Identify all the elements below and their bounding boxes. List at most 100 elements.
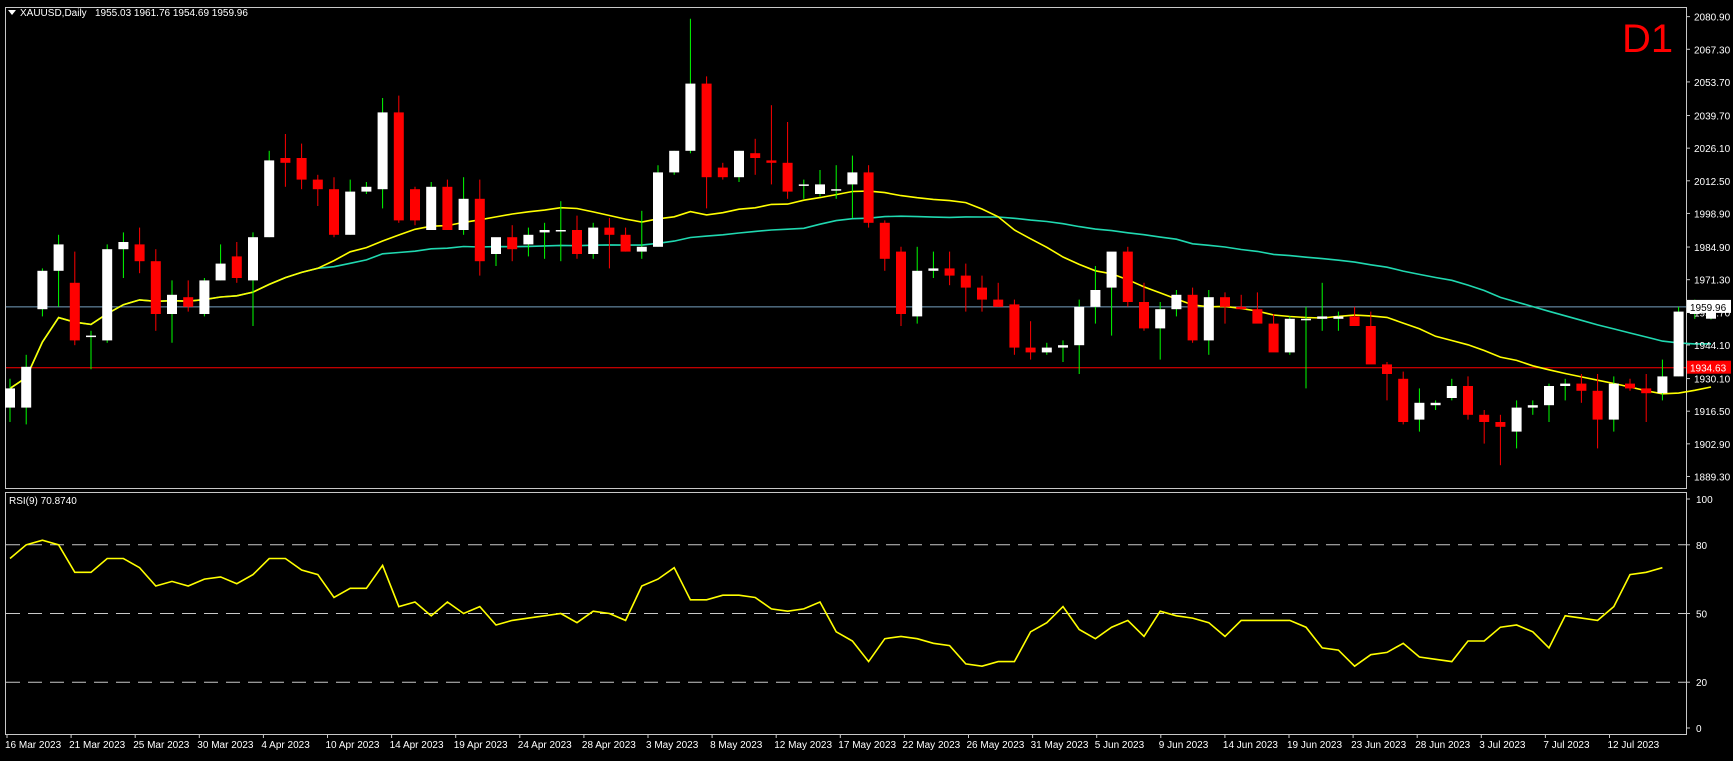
candle-body [1122, 251, 1133, 302]
date-tick-label: 14 Jun 2023 [1223, 740, 1278, 751]
date-tick-label: 17 May 2023 [838, 740, 896, 751]
candle-body [539, 230, 550, 233]
candle-body [426, 186, 437, 230]
candle-body [199, 280, 210, 314]
price-tick-label: 1984.90 [1694, 243, 1731, 254]
candle-body [1446, 386, 1457, 398]
candle [1139, 282, 1149, 331]
candle [1203, 290, 1214, 355]
candle-body [685, 83, 696, 151]
date-tick-label: 23 Jun 2023 [1351, 740, 1406, 751]
candle [1171, 290, 1182, 317]
candle-body [86, 335, 96, 338]
candle [636, 210, 647, 259]
candle [701, 76, 712, 209]
price-tick-label: 1998.90 [1694, 209, 1731, 220]
candle [734, 150, 744, 182]
candle-body [1398, 378, 1409, 422]
candle [37, 268, 48, 317]
candle [1414, 388, 1425, 432]
candle-body [1106, 251, 1117, 288]
candle-body [1268, 323, 1279, 353]
rsi-tick-label: 50 [1696, 610, 1708, 621]
candle-body [1090, 290, 1101, 307]
candle-body [442, 186, 453, 230]
candle [879, 220, 890, 271]
timeframe-badge: D1 [1622, 17, 1673, 61]
candle-body [134, 244, 145, 262]
date-tick-label: 14 Apr 2023 [390, 740, 444, 751]
candle-body [1560, 383, 1571, 386]
candle [815, 170, 825, 197]
date-tick-label: 24 Apr 2023 [518, 740, 572, 751]
price-tick-label: 2067.30 [1694, 45, 1731, 56]
date-tick-label: 9 Jun 2023 [1159, 740, 1209, 751]
candle-body [1463, 386, 1473, 415]
candle [231, 242, 242, 283]
candle-body [312, 179, 323, 190]
candle [1041, 342, 1052, 355]
candle-body [1576, 383, 1587, 391]
candle-body [393, 112, 404, 221]
candle-body [960, 275, 971, 288]
candle [555, 201, 566, 262]
price-tick-label: 2080.90 [1694, 13, 1731, 24]
date-tick-label: 12 May 2023 [774, 740, 832, 751]
candle [669, 150, 680, 175]
candle-body [993, 299, 1004, 307]
candle-body [896, 251, 906, 314]
candle-body [1317, 316, 1328, 319]
rsi-line [9, 539, 1663, 668]
candle-body [669, 150, 680, 173]
date-tick-label: 5 Jun 2023 [1095, 740, 1145, 751]
candle-body [831, 189, 842, 191]
candle [1301, 306, 1311, 389]
candle-body [798, 184, 809, 186]
candle [1268, 314, 1279, 353]
candle-body [280, 158, 291, 163]
candle-body [102, 249, 113, 341]
price-tick-label: 1971.30 [1694, 276, 1731, 287]
candle [199, 278, 210, 317]
candle-body [248, 237, 258, 281]
candle [150, 249, 161, 331]
candle [523, 227, 534, 257]
candle-body [1592, 390, 1603, 420]
candle [1592, 374, 1603, 449]
candle-body [1511, 407, 1522, 432]
slow-moving-average-line [9, 215, 1712, 390]
price-chart[interactable]: 2080.90 2067.30 2053.70 2039.70 2026.10 2012.… [0, 0, 1733, 756]
candle-body [1625, 383, 1635, 389]
date-tick-label: 19 Apr 2023 [454, 740, 508, 751]
candle [1122, 246, 1133, 307]
price-tick-label: 2012.50 [1694, 177, 1731, 188]
candle [361, 182, 372, 194]
candle [1608, 376, 1619, 432]
candle [280, 134, 291, 187]
candle [442, 179, 453, 230]
candle [798, 179, 809, 199]
candle [928, 251, 939, 278]
candle-body [588, 227, 599, 254]
candle [1187, 287, 1198, 343]
candle-body [345, 191, 356, 235]
candle-body [5, 388, 15, 408]
candle [53, 234, 64, 307]
candle-body [264, 160, 275, 238]
dropdown-triangle-icon[interactable] [8, 10, 16, 15]
candle [588, 222, 599, 259]
candle-body [750, 153, 761, 158]
candle-body [1025, 347, 1036, 353]
price-tick-label: 1916.50 [1694, 407, 1731, 418]
candle-body [1203, 297, 1214, 341]
chart-window[interactable]: 2080.90 2067.30 2053.70 2039.70 2026.10 2012.… [0, 0, 1733, 756]
candle [1058, 340, 1068, 362]
candle [296, 143, 307, 190]
candle [86, 330, 96, 370]
date-tick-label: 3 Jul 2023 [1479, 740, 1526, 751]
candle [1511, 400, 1522, 449]
candle-body [1301, 318, 1311, 321]
candle-body [977, 287, 987, 300]
date-tick-label: 21 Mar 2023 [69, 740, 126, 751]
candle [1641, 374, 1652, 422]
